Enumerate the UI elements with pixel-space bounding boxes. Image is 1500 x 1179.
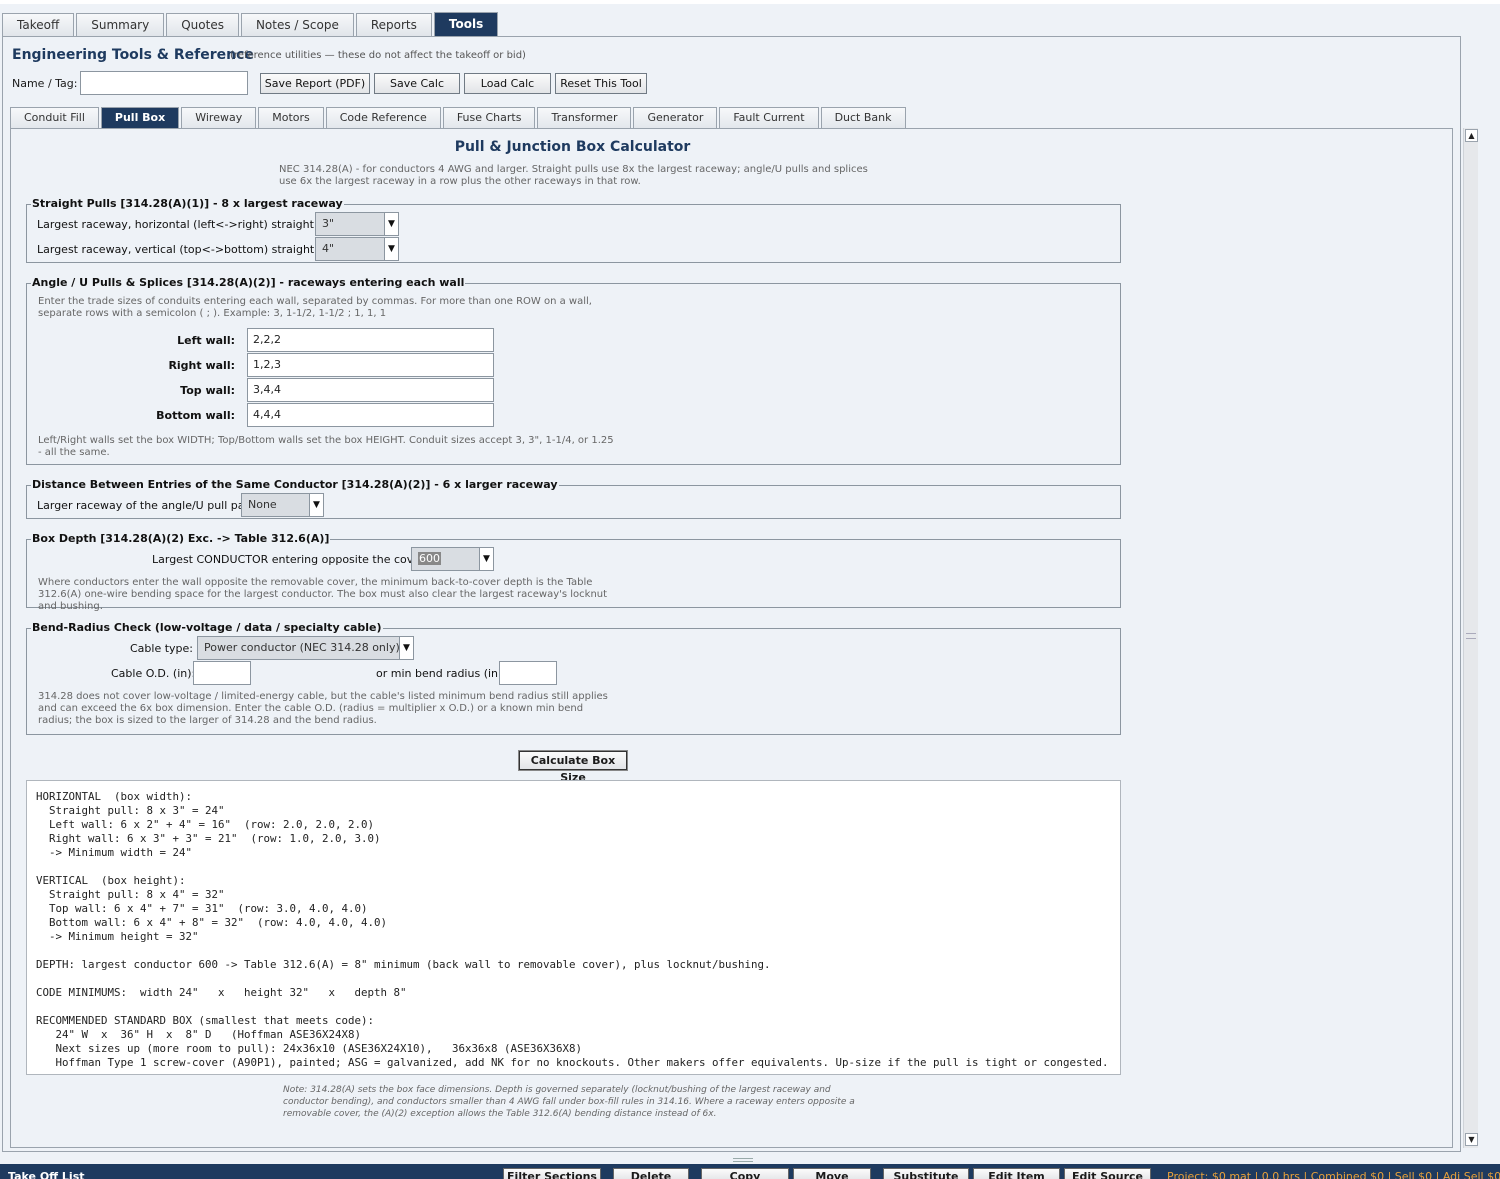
tab-conduit-fill[interactable]: Conduit Fill	[10, 107, 99, 128]
tab-tools[interactable]: Tools	[433, 12, 499, 36]
splitter-grip[interactable]	[733, 1158, 753, 1162]
chevron-down-icon[interactable]: ▼	[479, 548, 493, 570]
filter-sections-button[interactable]: Filter Sections	[503, 1168, 601, 1179]
calculate-box-size-button[interactable]: Calculate Box Size	[518, 750, 628, 784]
larger-raceway-label: Larger raceway of the angle/U pull pair:	[37, 499, 256, 512]
chevron-down-icon[interactable]: ▼	[384, 213, 398, 235]
calculator-subtitle: NEC 314.28(A) - for conductors 4 AWG and…	[279, 164, 868, 187]
app-window: Takeoff Summary Quotes Notes / Scope Rep…	[0, 0, 1500, 1179]
top-wall-input[interactable]: 3,4,4	[247, 378, 494, 402]
scroll-thumb-grip[interactable]	[1466, 633, 1476, 639]
larger-raceway-select[interactable]: None ▼	[241, 493, 324, 517]
reset-tool-button[interactable]: Reset This Tool	[555, 73, 647, 94]
takeoff-list-bar: Take Off List Filter Sections Delete Cop…	[0, 1164, 1500, 1179]
cable-type-value: Power conductor (NEC 314.28 only)	[204, 641, 400, 654]
copy-button[interactable]: Copy	[701, 1168, 789, 1179]
cable-type-label: Cable type:	[130, 642, 194, 655]
tab-fuse-charts[interactable]: Fuse Charts	[442, 107, 536, 128]
larger-raceway-value: None	[248, 498, 277, 511]
name-tag-input[interactable]	[80, 71, 248, 95]
cable-od-label: Cable O.D. (in):	[111, 667, 196, 680]
scroll-up-icon[interactable]: ▲	[1465, 129, 1478, 142]
tool-tab-strip: Conduit Fill Pull Box Wireway Motors Cod…	[10, 107, 908, 128]
load-calc-button[interactable]: Load Calc	[464, 73, 551, 94]
project-totals: Project: $0 mat | 0.0 hrs | Combined $0 …	[1167, 1170, 1500, 1179]
horizontal-straight-label: Largest raceway, horizontal (left<->righ…	[37, 218, 342, 231]
chevron-down-icon[interactable]: ▼	[309, 494, 323, 516]
horizontal-straight-value: 3"	[322, 217, 335, 230]
results-output: HORIZONTAL (box width): Straight pull: 8…	[26, 780, 1121, 1075]
left-wall-label: Left wall:	[177, 334, 235, 347]
move-button[interactable]: Move	[793, 1168, 871, 1179]
tab-reports[interactable]: Reports	[355, 13, 432, 36]
scroll-down-icon[interactable]: ▼	[1465, 1133, 1478, 1146]
bottom-wall-input[interactable]: 4,4,4	[247, 403, 494, 427]
bend-radius-legend: Bend-Radius Check (low-voltage / data / …	[31, 621, 383, 634]
takeoff-list-title: Take Off List	[8, 1170, 85, 1179]
right-wall-input[interactable]: 1,2,3	[247, 353, 494, 377]
tab-wireway[interactable]: Wireway	[181, 107, 257, 128]
chevron-down-icon[interactable]: ▼	[399, 637, 413, 659]
page-title: Engineering Tools & Reference	[12, 47, 254, 63]
tab-notes-scope[interactable]: Notes / Scope	[240, 13, 354, 36]
tab-generator[interactable]: Generator	[633, 107, 718, 128]
results-text: HORIZONTAL (box width): Straight pull: 8…	[36, 790, 1109, 1069]
tab-transformer[interactable]: Transformer	[537, 107, 632, 128]
angle-pulls-legend: Angle / U Pulls & Splices [314.28(A)(2)]…	[31, 276, 466, 289]
page-subtitle: (reference utilities — these do not affe…	[230, 50, 526, 61]
bend-radius-input[interactable]	[499, 661, 557, 685]
code-note: Note: 314.28(A) sets the box face dimens…	[283, 1085, 855, 1119]
tab-duct-bank[interactable]: Duct Bank	[820, 107, 906, 128]
vertical-straight-select[interactable]: 4" ▼	[315, 237, 399, 261]
bend-radius-label: or min bend radius (in):	[376, 667, 507, 680]
horizontal-straight-select[interactable]: 3" ▼	[315, 212, 399, 236]
distance-legend: Distance Between Entries of the Same Con…	[31, 478, 559, 491]
straight-pulls-legend: Straight Pulls [314.28(A)(1)] - 8 x larg…	[31, 197, 344, 210]
tab-code-reference[interactable]: Code Reference	[325, 107, 441, 128]
tab-quotes[interactable]: Quotes	[166, 13, 239, 36]
largest-conductor-value: 600	[418, 552, 441, 565]
vertical-straight-value: 4"	[322, 242, 335, 255]
left-wall-input[interactable]: 2,2,2	[247, 328, 494, 352]
vertical-scrollbar[interactable]: ▲ ▼	[1463, 128, 1478, 1148]
vertical-straight-label: Largest raceway, vertical (top<->bottom)…	[37, 243, 342, 256]
edit-item-button[interactable]: Edit Item	[973, 1168, 1060, 1179]
top-wall-label: Top wall:	[180, 384, 235, 397]
tab-takeoff[interactable]: Takeoff	[2, 13, 75, 36]
right-wall-label: Right wall:	[168, 359, 235, 372]
largest-conductor-select[interactable]: 600 ▼	[411, 547, 494, 571]
tab-motors[interactable]: Motors	[258, 107, 324, 128]
edit-source-button[interactable]: Edit Source	[1064, 1168, 1151, 1179]
cable-type-select[interactable]: Power conductor (NEC 314.28 only) ▼	[197, 636, 414, 660]
largest-conductor-label: Largest CONDUCTOR entering opposite the …	[152, 553, 429, 566]
angle-pulls-help: Enter the trade sizes of conduits enteri…	[38, 296, 592, 319]
substitute-button[interactable]: Substitute	[883, 1168, 969, 1179]
window-top-edge	[0, 0, 1500, 4]
delete-button[interactable]: Delete	[613, 1168, 689, 1179]
name-tag-label: Name / Tag:	[12, 77, 78, 90]
main-tab-strip: Takeoff Summary Quotes Notes / Scope Rep…	[2, 12, 500, 36]
save-report-button[interactable]: Save Report (PDF)	[260, 73, 370, 94]
chevron-down-icon[interactable]: ▼	[384, 238, 398, 260]
tab-fault-current[interactable]: Fault Current	[719, 107, 819, 128]
wall-dimension-help: Left/Right walls set the box WIDTH; Top/…	[38, 435, 614, 458]
bend-radius-help: 314.28 does not cover low-voltage / limi…	[38, 691, 608, 726]
box-depth-legend: Box Depth [314.28(A)(2) Exc. -> Table 31…	[31, 532, 331, 545]
cable-od-input[interactable]	[193, 661, 251, 685]
box-depth-help: Where conductors enter the wall opposite…	[38, 577, 608, 612]
calculator-title: Pull & Junction Box Calculator	[454, 139, 691, 155]
tab-pull-box[interactable]: Pull Box	[100, 107, 180, 128]
tab-summary[interactable]: Summary	[76, 13, 165, 36]
bottom-wall-label: Bottom wall:	[156, 409, 235, 422]
save-calc-button[interactable]: Save Calc	[374, 73, 460, 94]
